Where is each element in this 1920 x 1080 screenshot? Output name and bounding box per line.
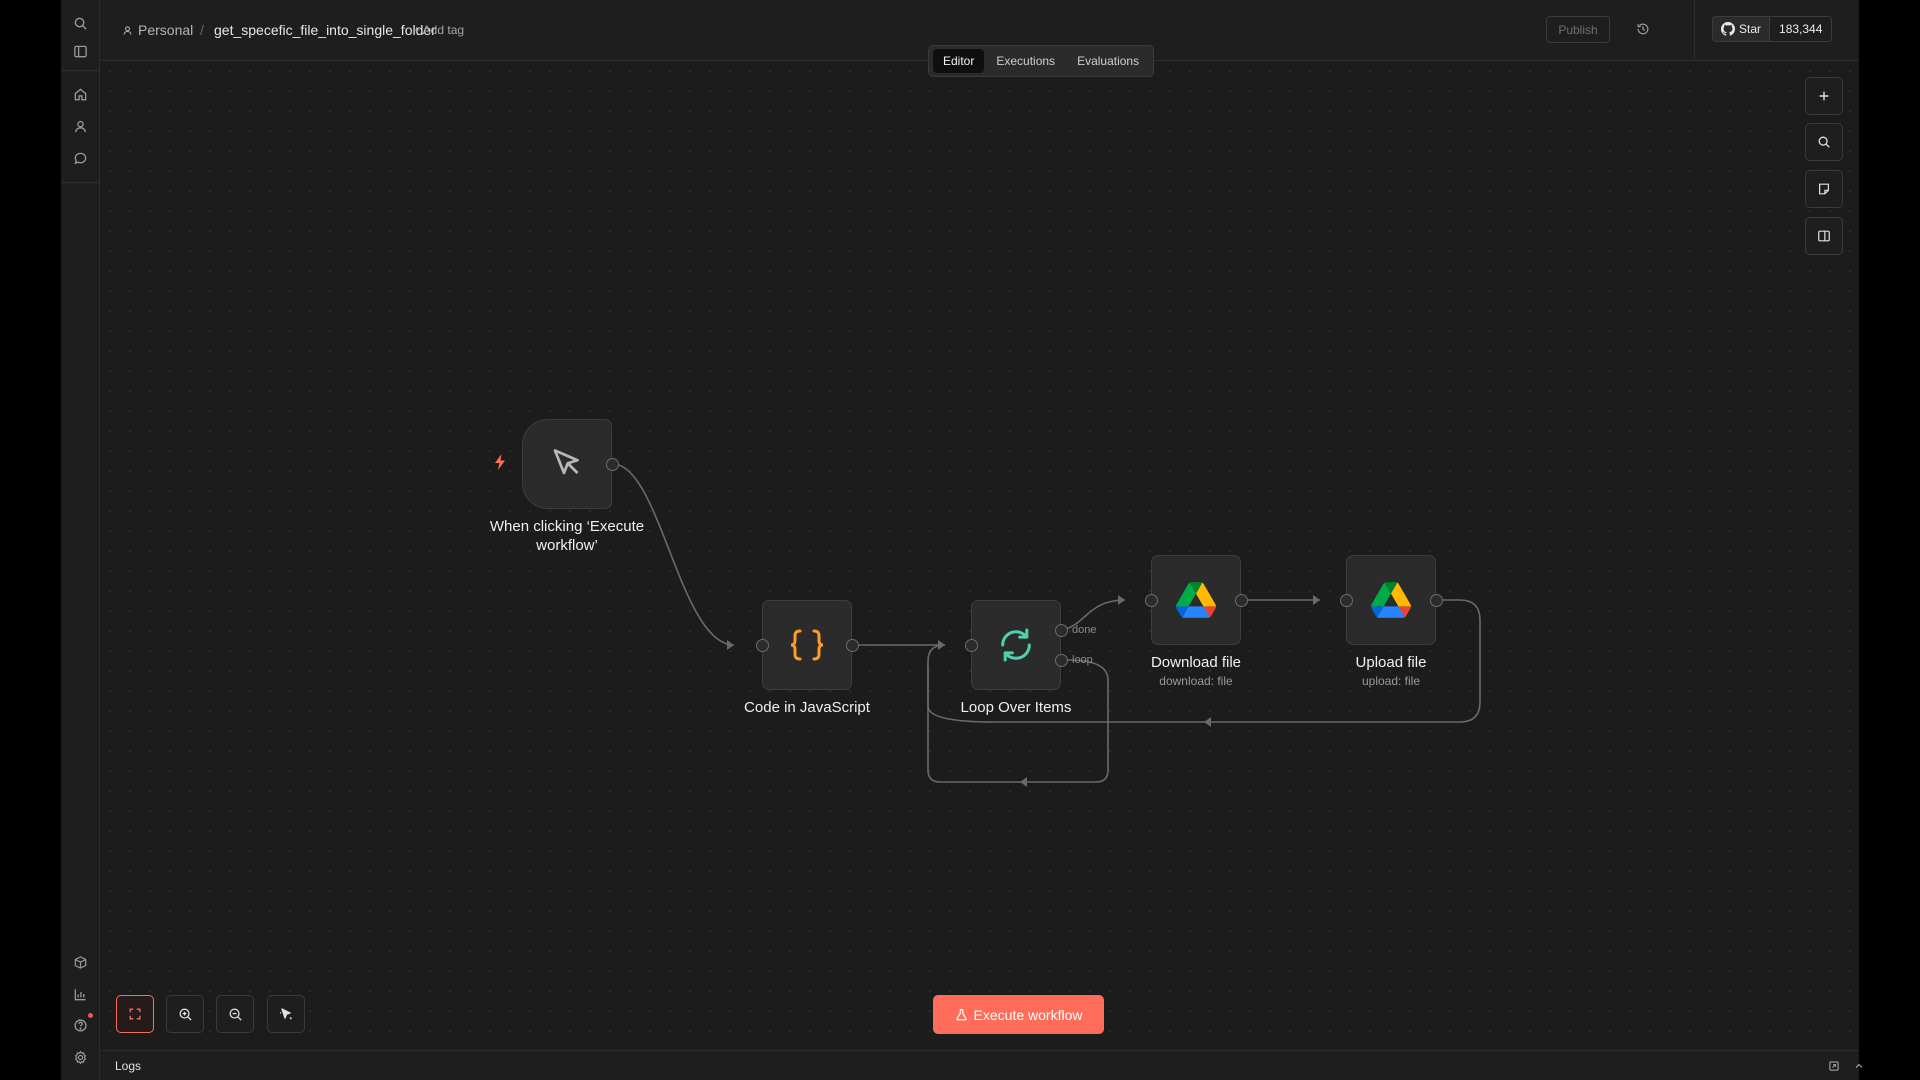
node-download-file[interactable] [1151, 555, 1241, 645]
node-loop-over-items[interactable] [971, 600, 1061, 690]
input-port[interactable] [756, 639, 769, 652]
github-star-button[interactable]: Star 183,344 [1712, 16, 1833, 42]
output-port[interactable] [1430, 594, 1443, 607]
publish-button[interactable]: Publish [1546, 16, 1610, 43]
flask-icon [955, 1009, 967, 1021]
insights-icon[interactable] [68, 982, 92, 1006]
execute-workflow-button[interactable]: Execute workflow [933, 995, 1104, 1034]
tab-executions[interactable]: Executions [986, 49, 1065, 73]
arrow-head [1020, 777, 1027, 787]
github-star-label: Star [1739, 22, 1762, 36]
node-label-download: Download file [1150, 654, 1242, 671]
google-drive-icon [1371, 582, 1411, 618]
output-port[interactable] [846, 639, 859, 652]
github-star-count[interactable]: 183,344 [1770, 17, 1832, 41]
arrow-head [1118, 595, 1125, 605]
execute-workflow-label: Execute workflow [973, 1006, 1083, 1023]
tab-evaluations[interactable]: Evaluations [1067, 49, 1149, 73]
loop-icon [1001, 628, 1031, 662]
view-tabs: Editor Executions Evaluations [928, 45, 1155, 77]
tab-editor[interactable]: Editor [933, 49, 985, 73]
sidebar-divider [61, 70, 100, 71]
input-port[interactable] [965, 639, 978, 652]
tidy-up-icon[interactable] [267, 995, 305, 1033]
arrow-head [1313, 595, 1320, 605]
arrow-head [1204, 717, 1211, 727]
breadcrumb-separator: / [200, 22, 204, 38]
user-icon[interactable] [68, 114, 92, 138]
header-divider [1694, 0, 1695, 61]
add-node-icon[interactable] [1805, 77, 1843, 115]
panel-toggle-icon[interactable] [68, 39, 92, 63]
home-icon[interactable] [68, 82, 92, 106]
cursor-icon [553, 449, 579, 475]
github-icon [1721, 22, 1735, 36]
project-name: Personal [138, 22, 194, 38]
node-code[interactable] [762, 600, 852, 690]
connections-layer [612, 463, 1481, 787]
popout-icon[interactable] [1827, 1059, 1841, 1073]
zoom-out-icon[interactable] [216, 995, 254, 1033]
logs-panel[interactable]: Logs [100, 1050, 1863, 1080]
input-port[interactable] [1340, 594, 1353, 607]
github-star[interactable]: Star [1713, 17, 1771, 41]
breadcrumb-project[interactable]: Personal [122, 22, 193, 38]
output-port-done[interactable] [1055, 624, 1068, 637]
node-subtitle-download: download: file [1159, 674, 1233, 688]
input-port[interactable] [1145, 594, 1158, 607]
node-manual-trigger[interactable] [522, 419, 612, 509]
sticky-note-icon[interactable] [1805, 170, 1843, 208]
curly-braces-icon [790, 629, 824, 661]
node-subtitle-upload: upload: file [1361, 674, 1421, 688]
chevron-up-icon[interactable] [1852, 1059, 1866, 1073]
add-tag-button[interactable]: + Add tag [413, 23, 464, 37]
zoom-in-icon[interactable] [166, 995, 204, 1033]
side-panel-icon[interactable] [1805, 217, 1843, 255]
templates-icon[interactable] [68, 950, 92, 974]
arrow-head [727, 640, 734, 650]
output-port[interactable] [1235, 594, 1248, 607]
history-icon[interactable] [1634, 20, 1652, 38]
output-port[interactable] [606, 458, 619, 471]
search-icon[interactable] [68, 11, 92, 35]
settings-icon[interactable] [68, 1045, 92, 1069]
workflow-name[interactable]: get_specefic_file_into_single_folder [214, 22, 436, 38]
sidebar [61, 0, 100, 1080]
node-label-loop: Loop Over Items [960, 699, 1072, 716]
trigger-bolt-icon [493, 454, 507, 475]
output-port-loop[interactable] [1055, 654, 1068, 667]
google-drive-icon [1176, 582, 1216, 618]
search-icon[interactable] [1805, 123, 1843, 161]
chat-icon[interactable] [68, 146, 92, 170]
node-label-upload: Upload file [1355, 654, 1427, 671]
sidebar-divider [61, 182, 100, 183]
output-label-loop: loop [1072, 654, 1093, 666]
node-label-code: Code in JavaScript [744, 699, 870, 716]
output-label-done: done [1072, 624, 1097, 636]
screen: Personal / get_specefic_file_into_single… [0, 0, 1920, 1080]
n8n-app: Personal / get_specefic_file_into_single… [61, 0, 1863, 1080]
workflow-canvas[interactable]: When clicking ‘Execute workflow’ Code in… [100, 61, 1859, 1050]
notification-dot [88, 1013, 93, 1018]
fit-view-icon[interactable] [116, 995, 154, 1033]
node-upload-file[interactable] [1346, 555, 1436, 645]
node-label-trigger: When clicking ‘Execute workflow’ [489, 518, 645, 554]
user-icon [123, 25, 132, 35]
logs-title: Logs [115, 1059, 142, 1073]
